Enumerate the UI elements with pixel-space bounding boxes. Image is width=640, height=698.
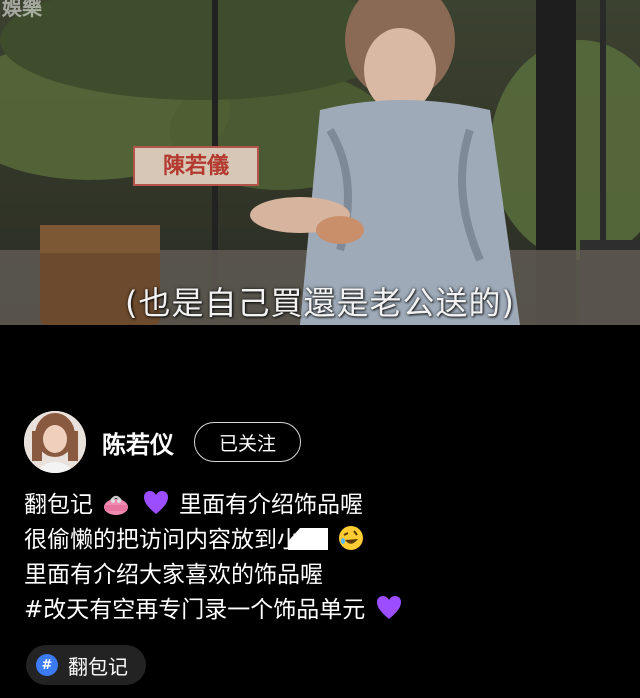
- video-frame[interactable]: 娛樂 陳若儀 (也是自己買還是老公送的): [0, 0, 640, 325]
- purse-icon: [104, 495, 129, 515]
- video-subtitle: (也是自己買還是老公送的): [125, 284, 515, 322]
- post-line-3: 里面有介绍大家喜欢的饰品喔: [24, 562, 323, 588]
- post-hashtag-text[interactable]: #改天有空再专门录一个饰品单元: [24, 597, 365, 623]
- hashtag-icon: #: [36, 654, 58, 676]
- follow-button[interactable]: 已关注: [194, 422, 302, 462]
- name-card-caption: 陳若儀: [133, 146, 259, 186]
- post-line-1: 翻包记 里面有介绍饰品喔: [24, 488, 624, 523]
- topic-tag-chip[interactable]: # 翻包记: [26, 645, 146, 685]
- avatar-image: [24, 411, 86, 473]
- avatar[interactable]: [24, 411, 86, 473]
- author-row: 陈若仪 已关注: [24, 411, 302, 473]
- post-line-2-text: 很偷懒的把访问内容放到小: [24, 527, 300, 553]
- post-line-1-tail: 里面有介绍饰品喔: [178, 492, 363, 518]
- post-line-1-text: 翻包记: [24, 492, 93, 518]
- post-description: 翻包记 里面有介绍饰品喔 很偷懒的把访问内容放到小 里面有介绍大家喜欢的饰品喔 …: [24, 488, 624, 628]
- post-line-2: 很偷懒的把访问内容放到小: [24, 523, 624, 558]
- purple-heart-icon: [143, 491, 168, 514]
- rolling-laughing-icon: [339, 526, 364, 550]
- video-scene-image: [0, 0, 640, 325]
- post-line-4: #改天有空再专门录一个饰品单元: [24, 593, 624, 628]
- topic-tag-label: 翻包记: [68, 654, 128, 679]
- purple-heart-icon: [376, 596, 401, 619]
- channel-watermark: 娛樂: [2, 0, 42, 20]
- author-name[interactable]: 陈若仪: [102, 425, 174, 460]
